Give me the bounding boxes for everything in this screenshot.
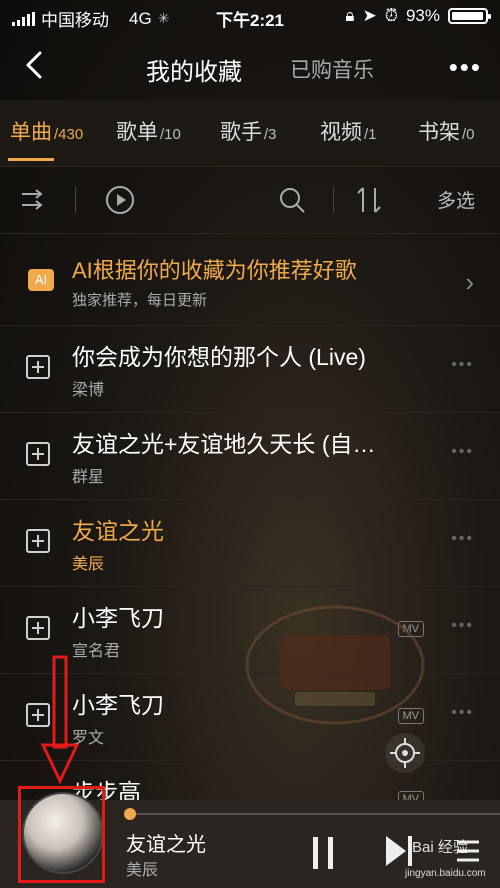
song-more-icon[interactable]: •••	[451, 704, 474, 722]
red-annotation-box	[18, 786, 105, 883]
song-artist: 美辰	[72, 556, 105, 573]
song-more-icon[interactable]: •••	[451, 617, 474, 635]
song-artist: 梁博	[72, 382, 105, 399]
purchased-music-tab[interactable]: 已购音乐	[290, 54, 374, 84]
song-artist: 群星	[72, 469, 105, 486]
red-annotation-arrow	[40, 655, 80, 785]
tab-songs[interactable]: 单曲/430	[10, 116, 83, 146]
list-toolbar: 多选	[0, 167, 500, 234]
more-options-button[interactable]: •••	[449, 52, 482, 83]
tab-playlists[interactable]: 歌单/10	[116, 116, 181, 146]
tab-count: /3	[264, 126, 277, 143]
add-icon[interactable]	[26, 442, 50, 466]
toolbar-divider	[75, 187, 76, 213]
tab-count: /430	[54, 126, 84, 143]
play-all-icon[interactable]	[105, 185, 135, 215]
progress-knob[interactable]	[124, 808, 136, 820]
tab-count: /1	[364, 126, 377, 143]
add-icon[interactable]	[26, 616, 50, 640]
ai-recommend-subtitle: 独家推荐，每日更新	[72, 292, 208, 309]
location-icon: ➤	[362, 6, 377, 25]
song-more-icon[interactable]: •••	[451, 356, 474, 374]
add-icon[interactable]	[26, 529, 50, 553]
ai-recommend-title: AI根据你的收藏为你推荐好歌	[72, 258, 357, 283]
song-title: 小李飞刀	[72, 605, 164, 631]
header: 我的收藏 已购音乐 •••	[0, 40, 500, 95]
tab-artists[interactable]: 歌手/3	[220, 116, 277, 146]
song-more-icon[interactable]: •••	[451, 530, 474, 548]
orientation-lock-icon: 🔒︎	[345, 6, 355, 25]
pause-icon[interactable]	[313, 837, 333, 869]
watermark-url: jingyan.baidu.com	[405, 868, 486, 879]
status-bar: 中国移动 4G ✳ 下午2:21 🔒︎ ➤ ⏰︎ 93%	[0, 0, 500, 32]
song-title: 你会成为你想的那个人 (Live)	[72, 344, 366, 370]
tab-label: 单曲	[10, 121, 52, 144]
song-title: 小李飞刀	[72, 692, 164, 718]
status-right: 🔒︎ ➤ ⏰︎ 93%	[345, 6, 491, 26]
battery-icon	[448, 8, 491, 24]
song-title: 友谊之光+友谊地久天长 (自…	[72, 431, 376, 457]
song-more-icon[interactable]: •••	[451, 443, 474, 461]
progress-bar[interactable]	[126, 813, 500, 815]
sort-icon[interactable]	[355, 186, 385, 214]
toolbar-divider	[333, 187, 334, 213]
song-row[interactable]: 你会成为你想的那个人 (Live) 梁博 •••	[0, 326, 500, 413]
alarm-icon: ⏰︎	[384, 6, 398, 25]
next-track-icon[interactable]	[384, 834, 414, 868]
tab-label: 歌手	[220, 121, 262, 144]
tab-bookshelf[interactable]: 书架/0	[418, 116, 475, 146]
back-arrow-icon[interactable]	[20, 50, 50, 80]
tab-label: 书架	[418, 121, 460, 144]
player-song-title: 友谊之光	[126, 834, 206, 856]
player-artist: 美辰	[126, 862, 159, 879]
tab-count: /10	[160, 126, 181, 143]
category-tabs: 单曲/430 歌单/10 歌手/3 视频/1 书架/0	[0, 100, 500, 167]
ai-badge-icon: AI	[28, 269, 54, 291]
tab-label: 歌单	[116, 121, 158, 144]
chevron-right-icon: ›	[465, 267, 474, 297]
tab-count: /0	[462, 126, 475, 143]
multi-select-button[interactable]: 多选	[437, 186, 475, 213]
tab-label: 视频	[320, 121, 362, 144]
song-row-playing[interactable]: 友谊之光 美辰 •••	[0, 500, 500, 587]
shuffle-icon[interactable]	[20, 187, 48, 213]
ai-recommendation[interactable]: AI AI根据你的收藏为你推荐好歌 独家推荐，每日更新 ›	[0, 233, 500, 326]
active-tab-indicator	[8, 158, 54, 161]
tab-videos[interactable]: 视频/1	[320, 116, 377, 146]
song-title: 友谊之光	[72, 518, 164, 544]
search-icon[interactable]	[278, 186, 306, 214]
watermark-logo: Bai 经验	[412, 839, 468, 856]
locate-current-icon[interactable]	[385, 733, 425, 773]
battery-percent: 93%	[405, 6, 440, 25]
add-icon[interactable]	[26, 355, 50, 379]
page-title: 我的收藏	[146, 59, 242, 86]
singer-logo-emblem	[245, 605, 425, 725]
song-row[interactable]: 友谊之光+友谊地久天长 (自… 群星 •••	[0, 413, 500, 500]
